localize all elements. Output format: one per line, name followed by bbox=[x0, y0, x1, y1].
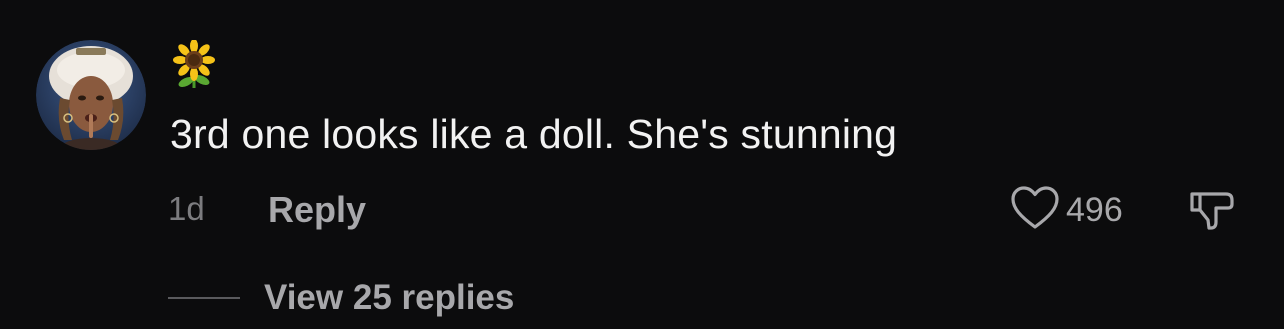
comment-text: 3rd one looks like a doll. She's stunnin… bbox=[170, 111, 898, 157]
thumbs-down-icon bbox=[1186, 192, 1238, 238]
view-replies-row[interactable]: View 25 replies bbox=[168, 276, 514, 320]
sunflower-icon bbox=[172, 39, 216, 90]
avatar-image bbox=[36, 40, 146, 150]
comment-item: 3rd one looks like a doll. She's stunnin… bbox=[0, 0, 1284, 329]
like-button[interactable]: 496 bbox=[1010, 185, 1123, 236]
user-avatar[interactable] bbox=[36, 40, 146, 150]
heart-icon bbox=[1010, 185, 1060, 236]
reply-button[interactable]: Reply bbox=[268, 189, 366, 231]
replies-divider bbox=[168, 297, 240, 299]
comment-timestamp: 1d bbox=[168, 190, 205, 227]
view-replies-link[interactable]: View 25 replies bbox=[264, 278, 514, 318]
like-count: 496 bbox=[1066, 190, 1123, 229]
dislike-button[interactable] bbox=[1186, 186, 1238, 234]
